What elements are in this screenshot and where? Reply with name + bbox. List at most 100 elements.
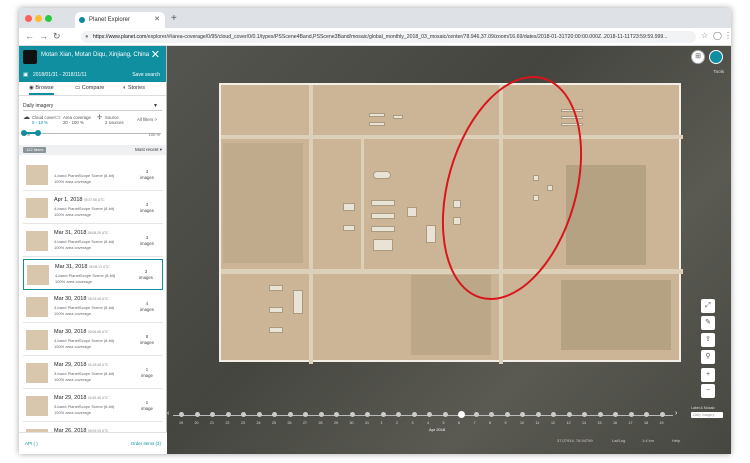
timeline-day-marker[interactable] xyxy=(582,412,587,417)
tab-browse[interactable]: ◉ Browse xyxy=(29,85,54,95)
url-input[interactable]: ● https://www.planet.com/explorer/#/area… xyxy=(81,31,696,43)
bookmark-star-icon[interactable]: ☆ xyxy=(701,31,708,40)
timeline-day-marker[interactable] xyxy=(334,412,339,417)
minimize-window-icon[interactable] xyxy=(35,15,42,22)
timeline-day-marker[interactable] xyxy=(566,412,572,417)
area-coverage-value: 20 - 100 % xyxy=(63,120,84,125)
item-date-text: Mar 31, 2018 xyxy=(54,230,87,236)
list-item[interactable]: Mar 30, 2018 05:06:58 UTC 4-band PlanetSc… xyxy=(23,325,163,356)
layers-label: Label & Mosaic xyxy=(691,406,715,410)
reload-icon[interactable]: ↻ xyxy=(53,31,61,42)
grid-apps-icon[interactable]: ⊞ xyxy=(691,50,705,64)
list-item[interactable]: Mar 29, 2018 04:19:48 UTC 3-band PlanetSc… xyxy=(23,358,163,389)
timeline-day-marker[interactable] xyxy=(613,412,618,417)
sort-dropdown[interactable]: Most recent ▾ xyxy=(135,145,162,155)
tab-stories[interactable]: ◐ Stories xyxy=(123,85,145,91)
extension-icon[interactable]: ◯ xyxy=(713,31,722,40)
list-item[interactable]: Mar 30, 2018 05:03:48 UTC 4-band PlanetSc… xyxy=(23,292,163,323)
date-range[interactable]: 2018/01/31 - 2018/11/11 xyxy=(33,72,87,78)
timeline-day-marker[interactable] xyxy=(427,412,432,417)
upload-icon[interactable]: ⇪ xyxy=(701,333,715,347)
close-icon[interactable]: ✕ xyxy=(151,48,160,61)
timeline-day-marker[interactable] xyxy=(489,412,494,417)
timeline-day-marker[interactable] xyxy=(520,412,525,417)
item-count-value: 3 xyxy=(145,169,149,174)
cloud-cover-slider[interactable] xyxy=(21,129,162,139)
timeline-tick-label: 18 xyxy=(644,421,648,425)
timeline-day-marker[interactable] xyxy=(551,412,556,417)
location-pin-icon[interactable]: ⚲ xyxy=(701,350,715,364)
cloud-cover-filter[interactable]: ☁ Cloud cover 0 - 10 % xyxy=(23,114,55,125)
timeline-day-marker[interactable] xyxy=(365,412,370,417)
timeline-day-marker[interactable] xyxy=(473,412,479,417)
calendar-icon[interactable]: ▣ xyxy=(23,72,28,78)
timeline-day-marker[interactable] xyxy=(241,412,246,417)
timeline-day-marker[interactable] xyxy=(504,412,510,417)
timeline-day-marker[interactable] xyxy=(225,412,231,417)
layer-selector[interactable]: Label & Mosaic Daily Imagery xyxy=(691,406,723,419)
timeline-day-marker[interactable] xyxy=(644,412,649,417)
layers-dropdown[interactable]: Daily Imagery xyxy=(691,412,723,418)
list-item[interactable]: 4-band PlanetScope Scene (8-bit) 100% are… xyxy=(23,160,163,191)
area-coverage-filter[interactable]: ▭ Area coverage 20 - 100 % xyxy=(55,115,91,125)
timeline-next-icon[interactable]: › xyxy=(675,410,677,417)
save-search-button[interactable]: Save search xyxy=(132,72,160,78)
location-thumbnail xyxy=(23,50,37,64)
timeline-day-marker[interactable] xyxy=(659,412,665,417)
new-tab-button[interactable]: + xyxy=(171,13,177,24)
building xyxy=(369,113,385,117)
timeline-day-marker[interactable] xyxy=(396,412,401,417)
timeline-day-marker[interactable] xyxy=(349,412,355,417)
help-link[interactable]: Help xyxy=(672,438,680,443)
coordinate-format[interactable]: Lat/Lng xyxy=(612,438,625,443)
back-arrow-icon[interactable]: ← xyxy=(25,31,34,41)
order-items-button[interactable]: Order items (3) xyxy=(131,441,161,446)
menu-kebab-icon[interactable]: ⋮ xyxy=(724,31,731,40)
timeline-day-marker[interactable] xyxy=(535,412,541,417)
map-canvas[interactable]: ⊞ Tools ⤢ ✎ ⇪ ⚲ + − xyxy=(167,46,731,454)
timeline-day-marker[interactable] xyxy=(628,412,634,417)
tab-compare[interactable]: ▭ Compare xyxy=(75,85,104,91)
timeline-day-marker[interactable] xyxy=(597,412,603,417)
user-avatar-icon[interactable] xyxy=(709,50,723,64)
close-window-icon[interactable] xyxy=(25,15,32,22)
zoom-in-icon[interactable]: + xyxy=(701,368,715,382)
maximize-window-icon[interactable] xyxy=(45,15,52,22)
forward-arrow-icon[interactable]: → xyxy=(39,31,48,41)
list-item[interactable]: Mar 29, 2018 04:49:45 UTC 3-band PlanetSc… xyxy=(23,391,163,422)
timeline-day-marker[interactable] xyxy=(442,412,448,417)
timeline-day-marker[interactable] xyxy=(458,411,465,418)
list-item[interactable]: Mar 31, 2018 05:08:13 UTC 4-band PlanetSc… xyxy=(23,259,163,290)
timeline[interactable]: ‹ › Apr 2018 Label & Mosaic Daily Imager… xyxy=(167,402,731,432)
item-time: 04:49:45 UTC xyxy=(87,396,109,400)
source-filter[interactable]: ✢ Source 2 sources xyxy=(97,115,124,125)
tab-close-icon[interactable]: ✕ xyxy=(154,12,160,28)
item-coverage: 100% area coverage xyxy=(54,344,91,349)
timeline-day-marker[interactable] xyxy=(256,412,262,417)
item-product: 4-band PlanetScope Scene (8-bit) xyxy=(55,273,116,278)
timeline-day-marker[interactable] xyxy=(303,412,308,417)
slider-max-handle[interactable] xyxy=(35,130,41,136)
item-product: 3-band PlanetScope Scene (8-bit) xyxy=(54,404,115,409)
list-item[interactable]: Mar 31, 2018 05:08:29 UTC 4-band PlanetSc… xyxy=(23,226,163,257)
api-link[interactable]: API ( ) xyxy=(25,441,38,446)
fullscreen-icon[interactable]: ⤢ xyxy=(701,299,715,313)
timeline-day-marker[interactable] xyxy=(194,412,200,417)
timeline-day-marker[interactable] xyxy=(179,412,184,417)
item-count-unit: images xyxy=(139,275,153,280)
list-item[interactable]: Apr 1, 2018 05:37:56 UTC 4-band PlanetSco… xyxy=(23,193,163,224)
timeline-day-marker[interactable] xyxy=(411,412,417,417)
timeline-day-marker[interactable] xyxy=(210,412,215,417)
timeline-prev-icon[interactable]: ‹ xyxy=(167,410,169,417)
list-item[interactable]: Mar 26, 2018 05:09:15 UTC4-band PlanetSc… xyxy=(23,424,163,432)
timeline-tick-label: 26 xyxy=(287,421,292,425)
all-filters-button[interactable]: All filters > xyxy=(137,117,157,122)
timeline-day-marker[interactable] xyxy=(318,412,324,417)
measure-icon[interactable]: ✎ xyxy=(701,316,715,330)
zoom-out-icon[interactable]: − xyxy=(701,384,715,398)
browser-tab[interactable]: Planet Explorer ✕ xyxy=(75,12,165,28)
timeline-day-marker[interactable] xyxy=(380,412,386,417)
timeline-day-marker[interactable] xyxy=(272,412,277,417)
imagery-type-select[interactable]: Daily imagery ▼ xyxy=(23,101,162,111)
timeline-day-marker[interactable] xyxy=(287,412,293,417)
